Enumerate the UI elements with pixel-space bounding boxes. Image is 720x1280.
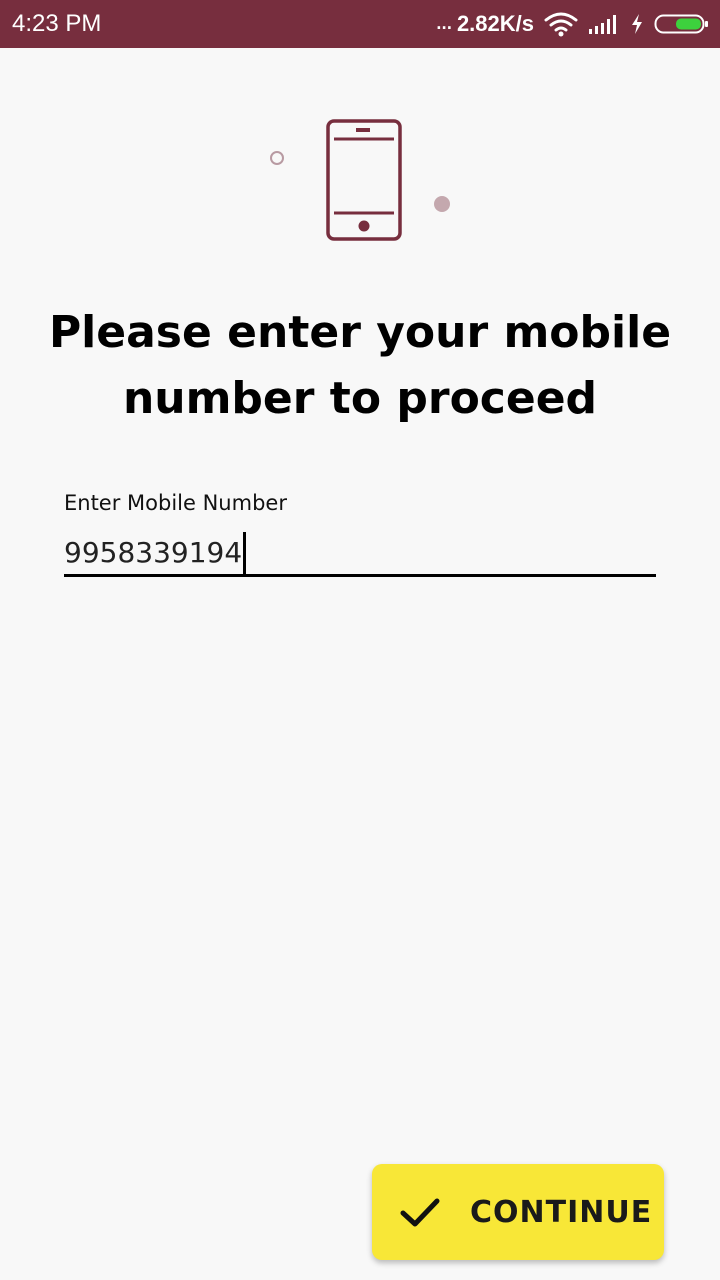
battery-icon bbox=[654, 13, 710, 35]
network-speed: 2.82K/s bbox=[456, 11, 534, 36]
mobile-number-underline bbox=[64, 532, 656, 577]
charging-icon bbox=[630, 13, 644, 35]
mobile-number-label: Enter Mobile Number bbox=[64, 491, 287, 515]
continue-label: CONTINUE bbox=[470, 1194, 653, 1230]
status-bar: 4:23 PM ... 2.82K/s bbox=[0, 0, 720, 48]
status-time: 4:23 PM bbox=[12, 10, 102, 37]
check-icon bbox=[400, 1198, 440, 1227]
mobile-number-input[interactable] bbox=[64, 532, 656, 572]
wifi-icon bbox=[544, 11, 578, 37]
mobile-phone-icon bbox=[270, 119, 450, 241]
status-dots: ... bbox=[435, 5, 453, 35]
signal-icon bbox=[588, 13, 620, 35]
text-cursor bbox=[243, 532, 246, 576]
continue-button[interactable]: CONTINUE bbox=[372, 1164, 664, 1260]
mobile-number-field: Enter Mobile Number bbox=[64, 488, 656, 577]
mobile-phone-illustration bbox=[260, 110, 460, 250]
page-heading: Please enter your mobile number to proce… bbox=[48, 307, 672, 424]
status-indicators: ... 2.82K/s bbox=[435, 5, 710, 40]
